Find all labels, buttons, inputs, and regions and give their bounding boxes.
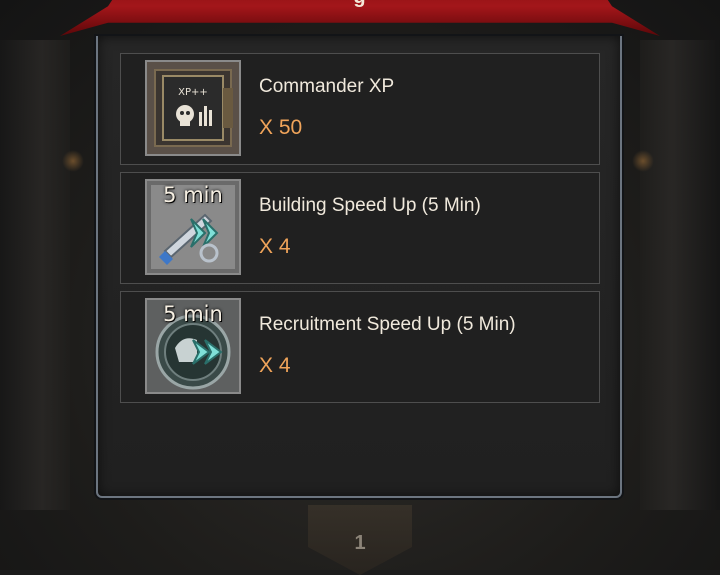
reward-name: Commander XP (259, 76, 395, 97)
reward-name: Recruitment Speed Up (5 Min) (259, 314, 516, 335)
timer-label: 5 min (163, 183, 223, 207)
helmet-speedup-icon[interactable]: 5 min (145, 298, 241, 394)
background-pillar-left (0, 40, 70, 510)
reward-quantity: X 4 (259, 354, 291, 377)
reward-quantity: X 50 (259, 116, 303, 139)
xp-book-icon[interactable]: XP++ (145, 60, 241, 156)
reward-row-commander-xp[interactable]: XP++ Commander XP X 50 (120, 53, 600, 165)
reward-name: Building Speed Up (5 Min) (259, 195, 481, 216)
torch-glow-left (62, 150, 84, 172)
reward-row-building-speed-up[interactable]: 5 min Building Speed Up (5 Min) X 4 (120, 172, 600, 284)
banner-title: g (230, 0, 490, 10)
xp-book-graphic: XP++ (147, 62, 239, 154)
rank-badge-number: 1 (354, 532, 366, 554)
xp-badge-text: XP++ (178, 87, 208, 98)
background-pillar-right (640, 40, 720, 510)
timer-label: 5 min (163, 302, 223, 326)
reward-row-recruitment-speed-up[interactable]: 5 min Recruitment Speed Up (5 Min) X 4 (120, 291, 600, 403)
wrench-speedup-icon[interactable]: 5 min (145, 179, 241, 275)
reward-quantity: X 4 (259, 235, 291, 258)
torch-glow-right (632, 150, 654, 172)
